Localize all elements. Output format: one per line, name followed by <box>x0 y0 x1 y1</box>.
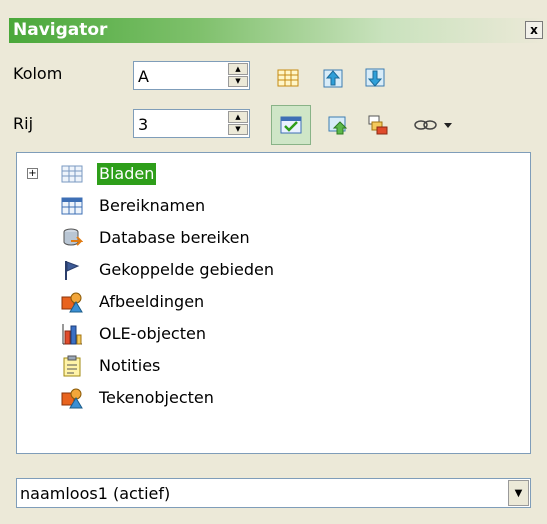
drag-mode-button[interactable] <box>363 110 393 140</box>
drawing-icon <box>61 388 83 409</box>
window-title: Navigator <box>9 18 545 43</box>
contents-toggle-icon <box>280 116 302 134</box>
note-icon <box>63 355 81 377</box>
range-names-icon <box>61 197 83 215</box>
data-range-icon <box>277 69 299 87</box>
column-label: Kolom <box>13 64 63 83</box>
sheets-icon <box>61 165 83 183</box>
scenarios-button[interactable] <box>323 110 353 140</box>
tree-item-label[interactable]: Afbeeldingen <box>99 291 204 313</box>
tree-item-label[interactable]: Notities <box>99 355 160 377</box>
end-icon <box>365 68 385 87</box>
database-icon <box>63 228 83 246</box>
row-label: Rij <box>13 114 34 133</box>
flag-icon <box>65 261 80 280</box>
image-icon <box>61 292 83 313</box>
tree-item-label[interactable]: Bladen <box>97 163 157 185</box>
tree-item-label[interactable]: Tekenobjecten <box>99 387 214 409</box>
column-increment-button[interactable]: ▲ <box>228 63 248 75</box>
start-button[interactable] <box>318 63 348 93</box>
drag-mode-icon <box>368 115 388 135</box>
tree-item-label[interactable]: OLE-objecten <box>99 323 206 345</box>
expand-icon[interactable]: + <box>27 168 38 179</box>
tree-item-ole-objects[interactable]: OLE-objecten <box>17 321 527 347</box>
column-value[interactable]: A <box>138 67 149 86</box>
tree-item-images[interactable]: Afbeeldingen <box>17 289 527 315</box>
tree-item-notes[interactable]: Notities <box>17 353 527 379</box>
document-select-value[interactable]: naamloos1 (actief) <box>20 484 170 503</box>
tree-item-sheets[interactable]: + Bladen <box>17 161 527 187</box>
data-range-button[interactable] <box>273 63 303 93</box>
contents-toggle-button[interactable] <box>271 105 311 145</box>
tree-item-database-ranges[interactable]: Database bereiken <box>17 225 527 251</box>
tree-item-label[interactable]: Database bereiken <box>99 227 250 249</box>
document-select[interactable]: naamloos1 (actief) ▼ <box>16 478 531 508</box>
tree-item-label[interactable]: Bereiknamen <box>99 195 205 217</box>
chart-icon <box>62 324 82 345</box>
scenarios-icon <box>328 116 348 135</box>
end-button[interactable] <box>360 63 390 93</box>
tree-item-range-names[interactable]: Bereiknamen <box>17 193 527 219</box>
tree-item-label[interactable]: Gekoppelde gebieden <box>99 259 274 281</box>
tree-item-linked-areas[interactable]: Gekoppelde gebieden <box>17 257 527 283</box>
row-increment-button[interactable]: ▲ <box>228 111 248 123</box>
title-bar: Navigator x <box>0 0 547 44</box>
row-spinbox[interactable]: 3 ▲ ▼ <box>133 109 250 138</box>
row-decrement-button[interactable]: ▼ <box>228 123 248 135</box>
column-decrement-button[interactable]: ▼ <box>228 75 248 87</box>
column-spinbox[interactable]: A ▲ ▼ <box>133 61 250 90</box>
navigator-tree[interactable]: + Bladen Bereiknamen Database bereiken G… <box>16 152 531 454</box>
link-dropdown-button[interactable] <box>405 110 465 140</box>
chevron-down-icon[interactable]: ▼ <box>508 480 529 506</box>
link-icon <box>414 120 452 130</box>
start-icon <box>323 69 343 88</box>
close-icon[interactable]: x <box>525 21 543 39</box>
row-value[interactable]: 3 <box>138 115 148 134</box>
tree-item-drawing-objects[interactable]: Tekenobjecten <box>17 385 527 411</box>
